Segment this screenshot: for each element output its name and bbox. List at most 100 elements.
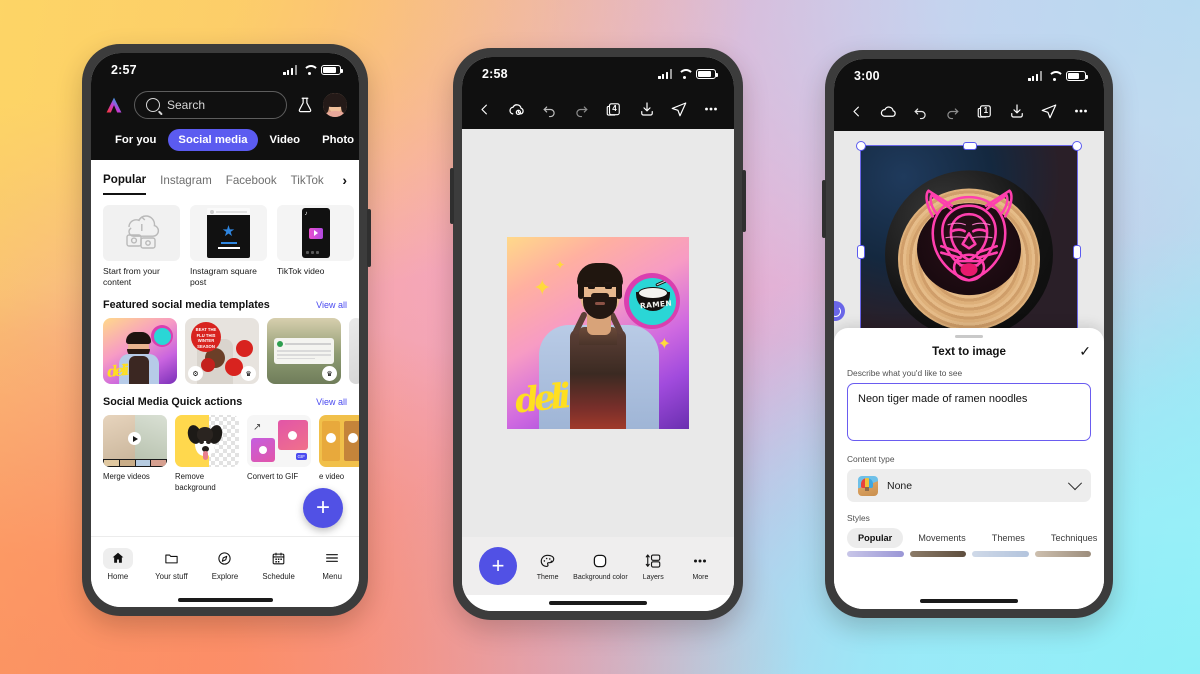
download-icon[interactable] (637, 100, 656, 119)
adobe-express-logo-icon (103, 95, 125, 116)
checkmark-icon[interactable]: ✓ (1079, 344, 1091, 358)
app-header: Search For you Social media Video Photo (91, 85, 359, 160)
quick-card-start-from-content[interactable]: Start from your content (103, 205, 180, 287)
view-all-link[interactable]: View all (316, 300, 347, 310)
quick-actions-header: Social Media Quick actions View all (91, 384, 359, 408)
compass-icon (210, 548, 240, 569)
redo-icon[interactable] (943, 102, 962, 121)
ramen-badge: RAMEN (624, 273, 680, 329)
template-card[interactable]: ♛ (267, 318, 341, 385)
wifi-icon (1048, 71, 1060, 81)
tool-more[interactable]: More (679, 551, 722, 581)
download-icon[interactable] (1008, 102, 1027, 121)
view-all-link[interactable]: View all (316, 397, 347, 407)
tool-layers[interactable]: Layers (632, 551, 675, 581)
more-options-icon (691, 551, 709, 571)
status-time: 2:57 (111, 63, 137, 77)
style-thumbnail[interactable] (972, 551, 1029, 558)
artboard[interactable]: ✦ ✦ ✦ RAMEN deli (507, 237, 689, 429)
prompt-input[interactable]: Neon tiger made of ramen noodles (847, 383, 1091, 442)
subtab-tiktok[interactable]: TikTok (291, 174, 324, 194)
style-thumbnail[interactable] (909, 551, 966, 558)
undo-icon[interactable] (540, 100, 559, 119)
cellular-bars-icon (283, 65, 297, 75)
subtab-instagram[interactable]: Instagram (160, 174, 212, 194)
chevron-right-icon[interactable]: › (342, 172, 347, 195)
tab-photo[interactable]: Photo (312, 129, 359, 151)
tool-background-color[interactable]: Background color (573, 551, 628, 581)
home-icon (102, 547, 133, 569)
selection-handle-left-center[interactable] (857, 245, 865, 259)
selection-handle-top-center[interactable] (963, 142, 977, 150)
phone-3-screen: 3:00 1 Text to image ✓ Describe what you… (834, 59, 1104, 609)
cellular-bars-icon (658, 69, 672, 79)
convert-to-gif-thumb: GIF ↗ (247, 415, 311, 468)
instagram-post-thumb: ★ (190, 205, 267, 261)
create-new-fab[interactable]: + (303, 488, 343, 528)
back-chevron-icon[interactable] (475, 100, 494, 119)
avatar[interactable] (323, 93, 347, 117)
template-card[interactable]: deli (103, 318, 177, 385)
content-type-select[interactable]: None (847, 469, 1091, 503)
undo-icon[interactable] (911, 102, 930, 121)
status-bar: 3:00 (834, 59, 1104, 91)
nav-item-your-stuff[interactable]: Your stuff (148, 548, 194, 581)
tab-social-media[interactable]: Social media (168, 129, 258, 151)
nav-item-schedule[interactable]: Schedule (256, 548, 302, 581)
quick-action-partial[interactable]: e video (319, 415, 359, 482)
style-tab-techniques[interactable]: Techniques (1040, 528, 1104, 548)
featured-template-row: deli BEAT THE FLU THIS WINTER SEASON ⚙ ♛ (91, 311, 359, 385)
tab-for-you[interactable]: For you (105, 129, 166, 151)
flask-icon[interactable] (296, 95, 314, 115)
quick-action-merge-videos[interactable]: Merge videos (103, 415, 167, 482)
quick-card-instagram-post[interactable]: ★ Instagram square post (190, 205, 267, 287)
cloud-sync-icon[interactable] (507, 100, 526, 119)
design-canvas[interactable]: ✦ ✦ ✦ RAMEN deli (462, 129, 734, 537)
nav-item-explore[interactable]: Explore (202, 548, 248, 581)
quick-card-tiktok-video[interactable]: ♪ TikTok video (277, 205, 354, 287)
nav-item-menu[interactable]: Menu (309, 548, 355, 581)
back-chevron-icon[interactable] (847, 102, 866, 121)
search-input[interactable]: Search (134, 91, 287, 119)
style-tab-popular[interactable]: Popular (847, 528, 904, 549)
template-card[interactable] (349, 318, 359, 385)
share-send-icon[interactable] (1040, 102, 1059, 121)
battery-icon (1066, 70, 1089, 82)
style-thumbnail[interactable] (847, 551, 904, 558)
quick-action-label: e video (319, 472, 345, 482)
cloud-icon[interactable] (879, 102, 898, 121)
status-time: 3:00 (854, 69, 880, 83)
phone-1-frame: 2:57 Search For you Social media Video P… (82, 44, 371, 616)
tool-theme[interactable]: Theme (526, 551, 569, 581)
status-bar: 2:57 (91, 53, 359, 85)
subtab-facebook[interactable]: Facebook (226, 174, 277, 194)
quick-action-label: Remove background (175, 472, 216, 492)
add-element-fab[interactable]: + (474, 547, 522, 585)
home-feed: Popular Instagram Facebook TikTok › Star… (91, 160, 359, 536)
pages-1-icon[interactable]: 1 (976, 102, 995, 121)
selection-handle-top-left[interactable] (856, 141, 866, 151)
rotate-handle[interactable] (834, 301, 845, 321)
pages-4-icon[interactable]: 4 (605, 100, 624, 119)
status-time: 2:58 (482, 67, 508, 81)
quick-action-convert-to-gif[interactable]: GIF ↗ Convert to GIF (247, 415, 311, 482)
nav-label: Home (107, 571, 129, 581)
style-tab-themes[interactable]: Themes (981, 528, 1036, 548)
tab-video[interactable]: Video (260, 129, 311, 151)
template-card[interactable]: BEAT THE FLU THIS WINTER SEASON ⚙ ♛ (185, 318, 259, 385)
style-thumbnail[interactable] (1034, 551, 1091, 558)
selection-handle-top-right[interactable] (1072, 141, 1082, 151)
wifi-icon (678, 69, 690, 79)
drag-handle[interactable] (955, 335, 983, 339)
redo-icon[interactable] (572, 100, 591, 119)
nav-item-home[interactable]: Home (95, 547, 141, 581)
style-tabs: Popular Movements Themes Techniques (847, 528, 1097, 549)
selection-handle-right-center[interactable] (1073, 245, 1081, 259)
subtab-popular[interactable]: Popular (103, 173, 147, 195)
quick-action-remove-background[interactable]: Remove background (175, 415, 239, 492)
more-options-icon[interactable] (1072, 102, 1091, 121)
style-tab-movements[interactable]: Movements (907, 528, 977, 548)
share-send-icon[interactable] (670, 100, 689, 119)
selected-image-wrapper[interactable] (856, 141, 1082, 361)
more-options-icon[interactable] (702, 100, 721, 119)
